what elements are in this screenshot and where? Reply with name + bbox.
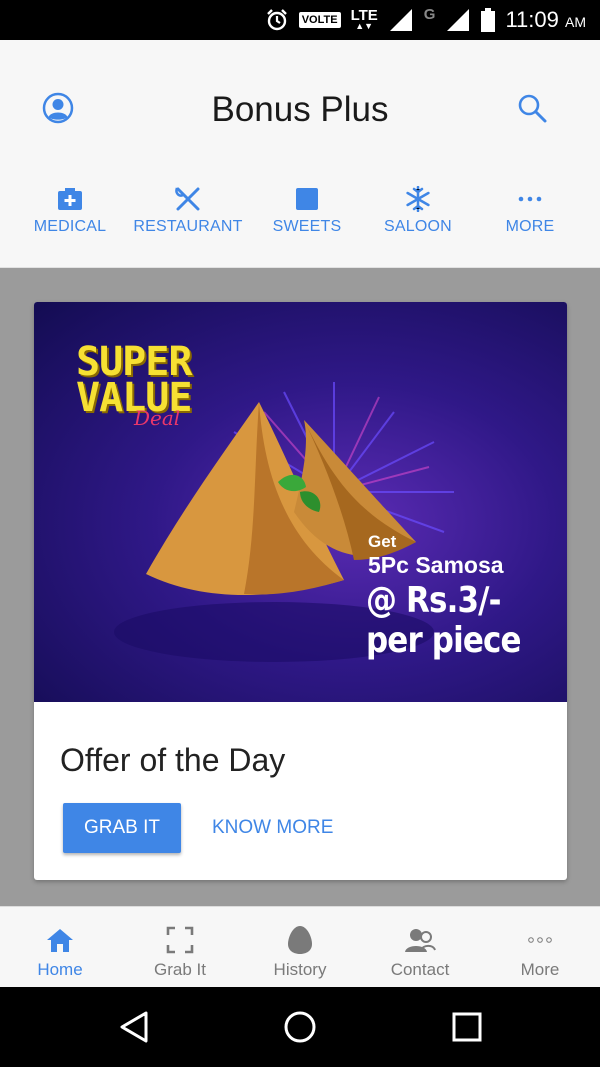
volte-badge: VOLTE xyxy=(298,12,341,28)
snowflake-icon xyxy=(406,186,430,212)
nav-item-home[interactable]: Home xyxy=(0,907,120,988)
promo-get-text: Get xyxy=(368,532,397,551)
category-label: MORE xyxy=(505,218,555,235)
back-icon[interactable] xyxy=(116,1009,152,1045)
battery-icon xyxy=(481,8,496,32)
home-icon xyxy=(47,929,73,952)
fork-knife-icon xyxy=(175,187,200,211)
square-icon xyxy=(296,188,318,210)
network-type-label: G xyxy=(423,5,436,23)
more-dots-icon xyxy=(528,937,552,943)
promo-price-text: @ Rs.3/- xyxy=(366,580,501,621)
promo-per-text: per piece xyxy=(366,620,521,661)
clock-ampm: AM xyxy=(565,14,586,30)
nav-label: History xyxy=(273,960,327,979)
nav-item-history[interactable]: History xyxy=(240,907,360,988)
offer-banner[interactable]: SUPER VALUE Deal Get 5Pc Samosa @ Rs.3/-… xyxy=(34,302,567,702)
category-label: MEDICAL xyxy=(33,218,107,235)
more-dots-icon xyxy=(518,196,542,202)
nav-label: Grab It xyxy=(154,960,206,979)
home-button-icon[interactable] xyxy=(282,1009,318,1045)
search-icon[interactable] xyxy=(516,92,548,124)
category-label: SALOON xyxy=(384,218,452,235)
category-more[interactable]: MORE xyxy=(470,186,590,236)
category-restaurant[interactable]: RESTAURANT xyxy=(128,186,248,236)
know-more-button[interactable]: KNOW MORE xyxy=(202,803,343,853)
promo-quantity-text: 5Pc Samosa xyxy=(368,552,504,578)
category-label: RESTAURANT xyxy=(133,218,243,235)
nav-label: Home xyxy=(37,960,83,979)
category-medical[interactable]: MEDICAL xyxy=(10,186,130,236)
status-bar: VOLTE LTE ▲▼ G 11:09 AM xyxy=(0,0,600,40)
signal-icon xyxy=(389,9,412,31)
nav-item-grab-it[interactable]: Grab It xyxy=(120,907,240,988)
nav-label: More xyxy=(520,960,560,979)
promo-headline-script: Deal xyxy=(134,406,181,430)
category-bar: MEDICAL RESTAURANT SWEETS SALOON MORE xyxy=(0,186,600,246)
signal-icon xyxy=(447,9,470,31)
grab-it-button[interactable]: GRAB IT xyxy=(63,803,181,853)
medical-kit-icon xyxy=(58,188,82,210)
page-title: Bonus Plus xyxy=(211,90,389,129)
bottom-nav: Home Grab It History Contact More xyxy=(0,906,600,987)
clock-time: 11:09 xyxy=(505,7,559,32)
offer-card: SUPER VALUE Deal Get 5Pc Samosa @ Rs.3/-… xyxy=(34,302,567,880)
category-label: SWEETS xyxy=(272,218,342,235)
category-saloon[interactable]: SALOON xyxy=(358,186,478,236)
app-header: Bonus Plus MEDICAL RESTAURANT SWEETS SAL… xyxy=(0,40,600,268)
nav-item-more[interactable]: More xyxy=(480,907,600,988)
recents-icon[interactable] xyxy=(449,1009,485,1045)
contacts-icon xyxy=(405,929,436,952)
system-nav-bar xyxy=(0,987,600,1067)
nav-label: Contact xyxy=(390,960,450,979)
nav-item-contact[interactable]: Contact xyxy=(360,907,480,988)
alarm-icon xyxy=(266,9,287,31)
egg-icon xyxy=(288,926,312,954)
clock: 11:09 AM xyxy=(505,7,586,33)
scan-frame-icon xyxy=(166,926,194,954)
offer-title: Offer of the Day xyxy=(60,742,286,778)
category-sweets[interactable]: SWEETS xyxy=(247,186,367,236)
lte-indicator: LTE ▲▼ xyxy=(350,7,378,31)
